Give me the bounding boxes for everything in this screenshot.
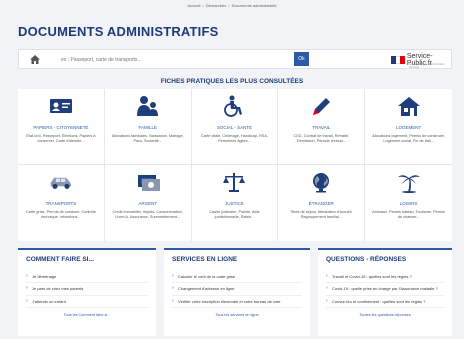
list-item[interactable]: Couvre-feu et confinement : quelles sont… xyxy=(326,296,444,309)
card-title[interactable]: PAPIERS - CITOYENNETÉ xyxy=(18,125,104,130)
house-icon xyxy=(397,95,421,117)
globe-icon xyxy=(309,171,333,193)
card-title[interactable]: LOISIRS xyxy=(365,201,452,206)
card-title[interactable]: TRANSPORTS xyxy=(18,201,104,206)
card-desc: État-civil, Passeport, Élections, Papier… xyxy=(26,134,96,144)
card-loisirs[interactable]: LOISIRS Animaux, Permis bateau, Tourisme… xyxy=(365,165,452,241)
card-desc: Carte vitale, Chômage, Handicap, RSA, Pe… xyxy=(201,134,268,144)
box-title: QUESTIONS - RÉPONSES xyxy=(326,256,407,263)
questions-reponses-box: QUESTIONS - RÉPONSES Travail et Covid-19… xyxy=(318,248,452,336)
card-logement[interactable]: LOGEMENT Allocations logement, Permis de… xyxy=(365,89,452,165)
breadcrumb-demarches[interactable]: Démarches xyxy=(206,3,226,8)
card-desc: Carte grise, Permis de conduire, Contrôl… xyxy=(25,210,96,220)
list-item[interactable]: Travail et Covid-19 : quelles sont les r… xyxy=(326,271,444,284)
list-item[interactable]: Je pars de chez mes parents xyxy=(26,283,148,296)
car-icon xyxy=(49,171,73,193)
comment-faire-box: COMMENT FAIRE SI... Je déménage Je pars … xyxy=(18,248,156,336)
id-card-icon xyxy=(49,95,73,117)
see-all-link[interactable]: Toutes les questions-réponses xyxy=(318,313,452,317)
card-desc: Casier judiciaire, Plainte, Aide juridic… xyxy=(209,210,260,220)
scales-icon xyxy=(222,171,246,193)
card-title[interactable]: LOGEMENT xyxy=(365,125,452,130)
card-title[interactable]: FAMILLE xyxy=(105,125,191,130)
section-heading: FICHES PRATIQUES LES PLUS CONSULTÉES xyxy=(160,78,304,85)
breadcrumb-home[interactable]: Accueil xyxy=(188,3,201,8)
list-item[interactable]: J'attends un enfant xyxy=(26,296,148,309)
search-bar: Ok Service-Public.fr Le site officiel de… xyxy=(18,49,452,69)
home-icon[interactable] xyxy=(23,53,47,66)
marianne-flag-icon xyxy=(391,55,405,64)
card-famille[interactable]: FAMILLE Allocations familiales, Naissanc… xyxy=(104,89,192,165)
card-title[interactable]: TRAVAIL xyxy=(278,125,364,130)
card-desc: CDD, Contrat de travail, Retraite, Démis… xyxy=(293,134,350,144)
card-title[interactable]: JUSTICE xyxy=(192,201,278,206)
box-title: SERVICES EN LIGNE xyxy=(172,256,238,263)
wheelchair-icon xyxy=(222,95,246,117)
list-item[interactable]: Changement d'adresse en ligne xyxy=(172,283,302,296)
palm-tree-icon xyxy=(397,171,421,193)
card-social[interactable]: SOCIAL - SANTÉ Carte vitale, Chômage, Ha… xyxy=(191,89,279,165)
logo-subtitle: Le site officiel de l'administration fra… xyxy=(409,63,445,69)
card-papiers[interactable]: PAPIERS - CITOYENNETÉ État-civil, Passep… xyxy=(18,89,105,165)
list-item[interactable]: Je déménage xyxy=(26,271,148,284)
services-en-ligne-box: SERVICES EN LIGNE Calculer le coût de la… xyxy=(164,248,310,336)
card-desc: Animaux, Permis bateau, Tourisme, Permis… xyxy=(372,210,445,220)
see-all-link[interactable]: Tous les Comment faire si... xyxy=(18,313,156,317)
fiches-grid: PAPIERS - CITOYENNETÉ État-civil, Passep… xyxy=(18,89,452,241)
card-justice[interactable]: JUSTICE Casier judiciaire, Plainte, Aide… xyxy=(192,165,279,241)
card-title[interactable]: ARGENT xyxy=(105,201,191,206)
card-desc: Allocations familiales, Naissance, Maria… xyxy=(111,134,184,144)
card-title[interactable]: ÉTRANGER xyxy=(278,201,364,206)
card-travail[interactable]: TRAVAIL CDD, Contrat de travail, Retrait… xyxy=(278,89,366,165)
list-item[interactable]: Calculer le coût de la carte grise xyxy=(172,271,302,284)
see-all-link[interactable]: Tous les services en ligne xyxy=(164,313,310,317)
card-transports[interactable]: TRANSPORTS Carte grise, Permis de condui… xyxy=(18,165,105,241)
family-icon xyxy=(136,95,160,117)
pen-icon xyxy=(309,95,333,117)
card-desc: Allocations logement, Permis de construi… xyxy=(372,134,446,144)
money-icon xyxy=(136,171,160,193)
list-item[interactable]: Covid-19 : quelle prise en charge par l'… xyxy=(326,283,444,296)
list-item[interactable]: Vérifier votre inscription électorale et… xyxy=(172,296,302,309)
search-input[interactable] xyxy=(61,53,291,66)
search-button[interactable]: Ok xyxy=(294,52,309,66)
box-title: COMMENT FAIRE SI... xyxy=(26,256,94,263)
card-etranger[interactable]: ÉTRANGER Titres de séjour, Attestation d… xyxy=(278,165,366,241)
breadcrumb-current: Documents administratifs xyxy=(231,3,277,8)
card-desc: Titres de séjour, Attestation d'accueil,… xyxy=(290,210,353,220)
card-argent[interactable]: ARGENT Crédit immobilier, Impôts, Consom… xyxy=(105,165,192,241)
card-title[interactable]: SOCIAL - SANTÉ xyxy=(192,125,278,130)
card-desc: Crédit immobilier, Impôts, Consommation,… xyxy=(112,210,183,220)
breadcrumb: Accueil › Démarches › Documents administrati… xyxy=(187,3,277,8)
page-title: DOCUMENTS ADMINISTRATIFS xyxy=(18,24,219,39)
